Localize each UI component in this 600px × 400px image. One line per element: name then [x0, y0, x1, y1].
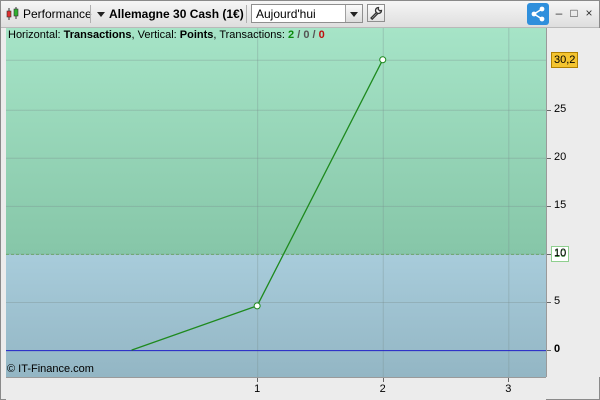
chevron-down-icon[interactable] — [97, 12, 105, 17]
y-axis-tick — [547, 350, 551, 352]
instrument-name[interactable]: Allemagne 30 Cash (1€) — [109, 1, 244, 27]
chart-plot-area[interactable]: Horizontal: Transactions, Vertical: Poin… — [6, 28, 546, 377]
trades-separator: / — [309, 29, 319, 41]
y-axis-tick-label: 10 — [554, 246, 567, 259]
y-axis-tick — [547, 302, 551, 303]
data-point — [253, 302, 261, 310]
vertical-value: Points — [179, 29, 214, 41]
toolbar: Performance Allemagne 30 Cash (1€) Aujou… — [1, 1, 599, 28]
x-axis-tick-label: 2 — [379, 383, 386, 395]
x-axis-tick — [508, 378, 510, 382]
share-icon — [531, 6, 545, 22]
y-axis[interactable]: 30,2 10 0 5 10 15 20 25 — [546, 28, 600, 377]
transactions-prefix: , Transactions: — [213, 29, 289, 41]
copyright-text: © IT-Finance.com — [7, 363, 94, 375]
y-axis-tick — [547, 205, 551, 207]
y-axis-tick — [547, 157, 551, 159]
y-axis-tick-label: 20 — [554, 150, 567, 163]
x-axis-tick — [382, 378, 384, 382]
y-axis-tick-label: 0 — [554, 343, 561, 356]
maximize-icon[interactable]: □ — [568, 6, 580, 20]
losing-trades-count: 0 — [318, 29, 325, 41]
settings-button[interactable] — [367, 4, 385, 22]
x-axis-tick — [257, 378, 259, 382]
y-axis-tick — [547, 253, 551, 255]
x-axis[interactable]: 1 2 3 — [6, 377, 546, 400]
performance-chart — [6, 28, 546, 377]
performance-window: Performance Allemagne 30 Cash (1€) Aujou… — [0, 0, 600, 400]
y-axis-tick-label: 5 — [554, 295, 561, 307]
close-icon[interactable]: × — [583, 6, 595, 20]
trades-separator: / — [294, 29, 304, 41]
chevron-down-icon[interactable] — [345, 5, 362, 22]
toolbar-separator — [90, 5, 91, 23]
y-axis-tick-label: 15 — [554, 198, 567, 211]
y-axis-tick-label: 25 — [554, 102, 567, 115]
wrench-icon — [370, 6, 383, 21]
x-axis-tick-label: 1 — [254, 383, 261, 395]
period-select-value: Aujourd'hui — [256, 7, 316, 21]
toolbar-separator — [246, 5, 247, 23]
vertical-prefix: , Vertical: — [131, 29, 180, 41]
performance-label[interactable]: Performance — [23, 1, 92, 27]
period-select[interactable]: Aujourd'hui — [251, 4, 363, 23]
horizontal-prefix: Horizontal: — [8, 29, 64, 41]
chart-info-line: Horizontal: Transactions, Vertical: Poin… — [8, 29, 325, 41]
last-value-badge: 30,2 — [551, 51, 579, 68]
minimize-icon[interactable]: – — [553, 6, 565, 20]
horizontal-value: Transactions — [63, 29, 132, 41]
y-axis-tick — [547, 109, 551, 111]
data-point — [379, 56, 387, 64]
x-axis-tick-label: 3 — [505, 383, 512, 395]
candlestick-icon — [6, 7, 19, 20]
share-button[interactable] — [527, 3, 549, 25]
